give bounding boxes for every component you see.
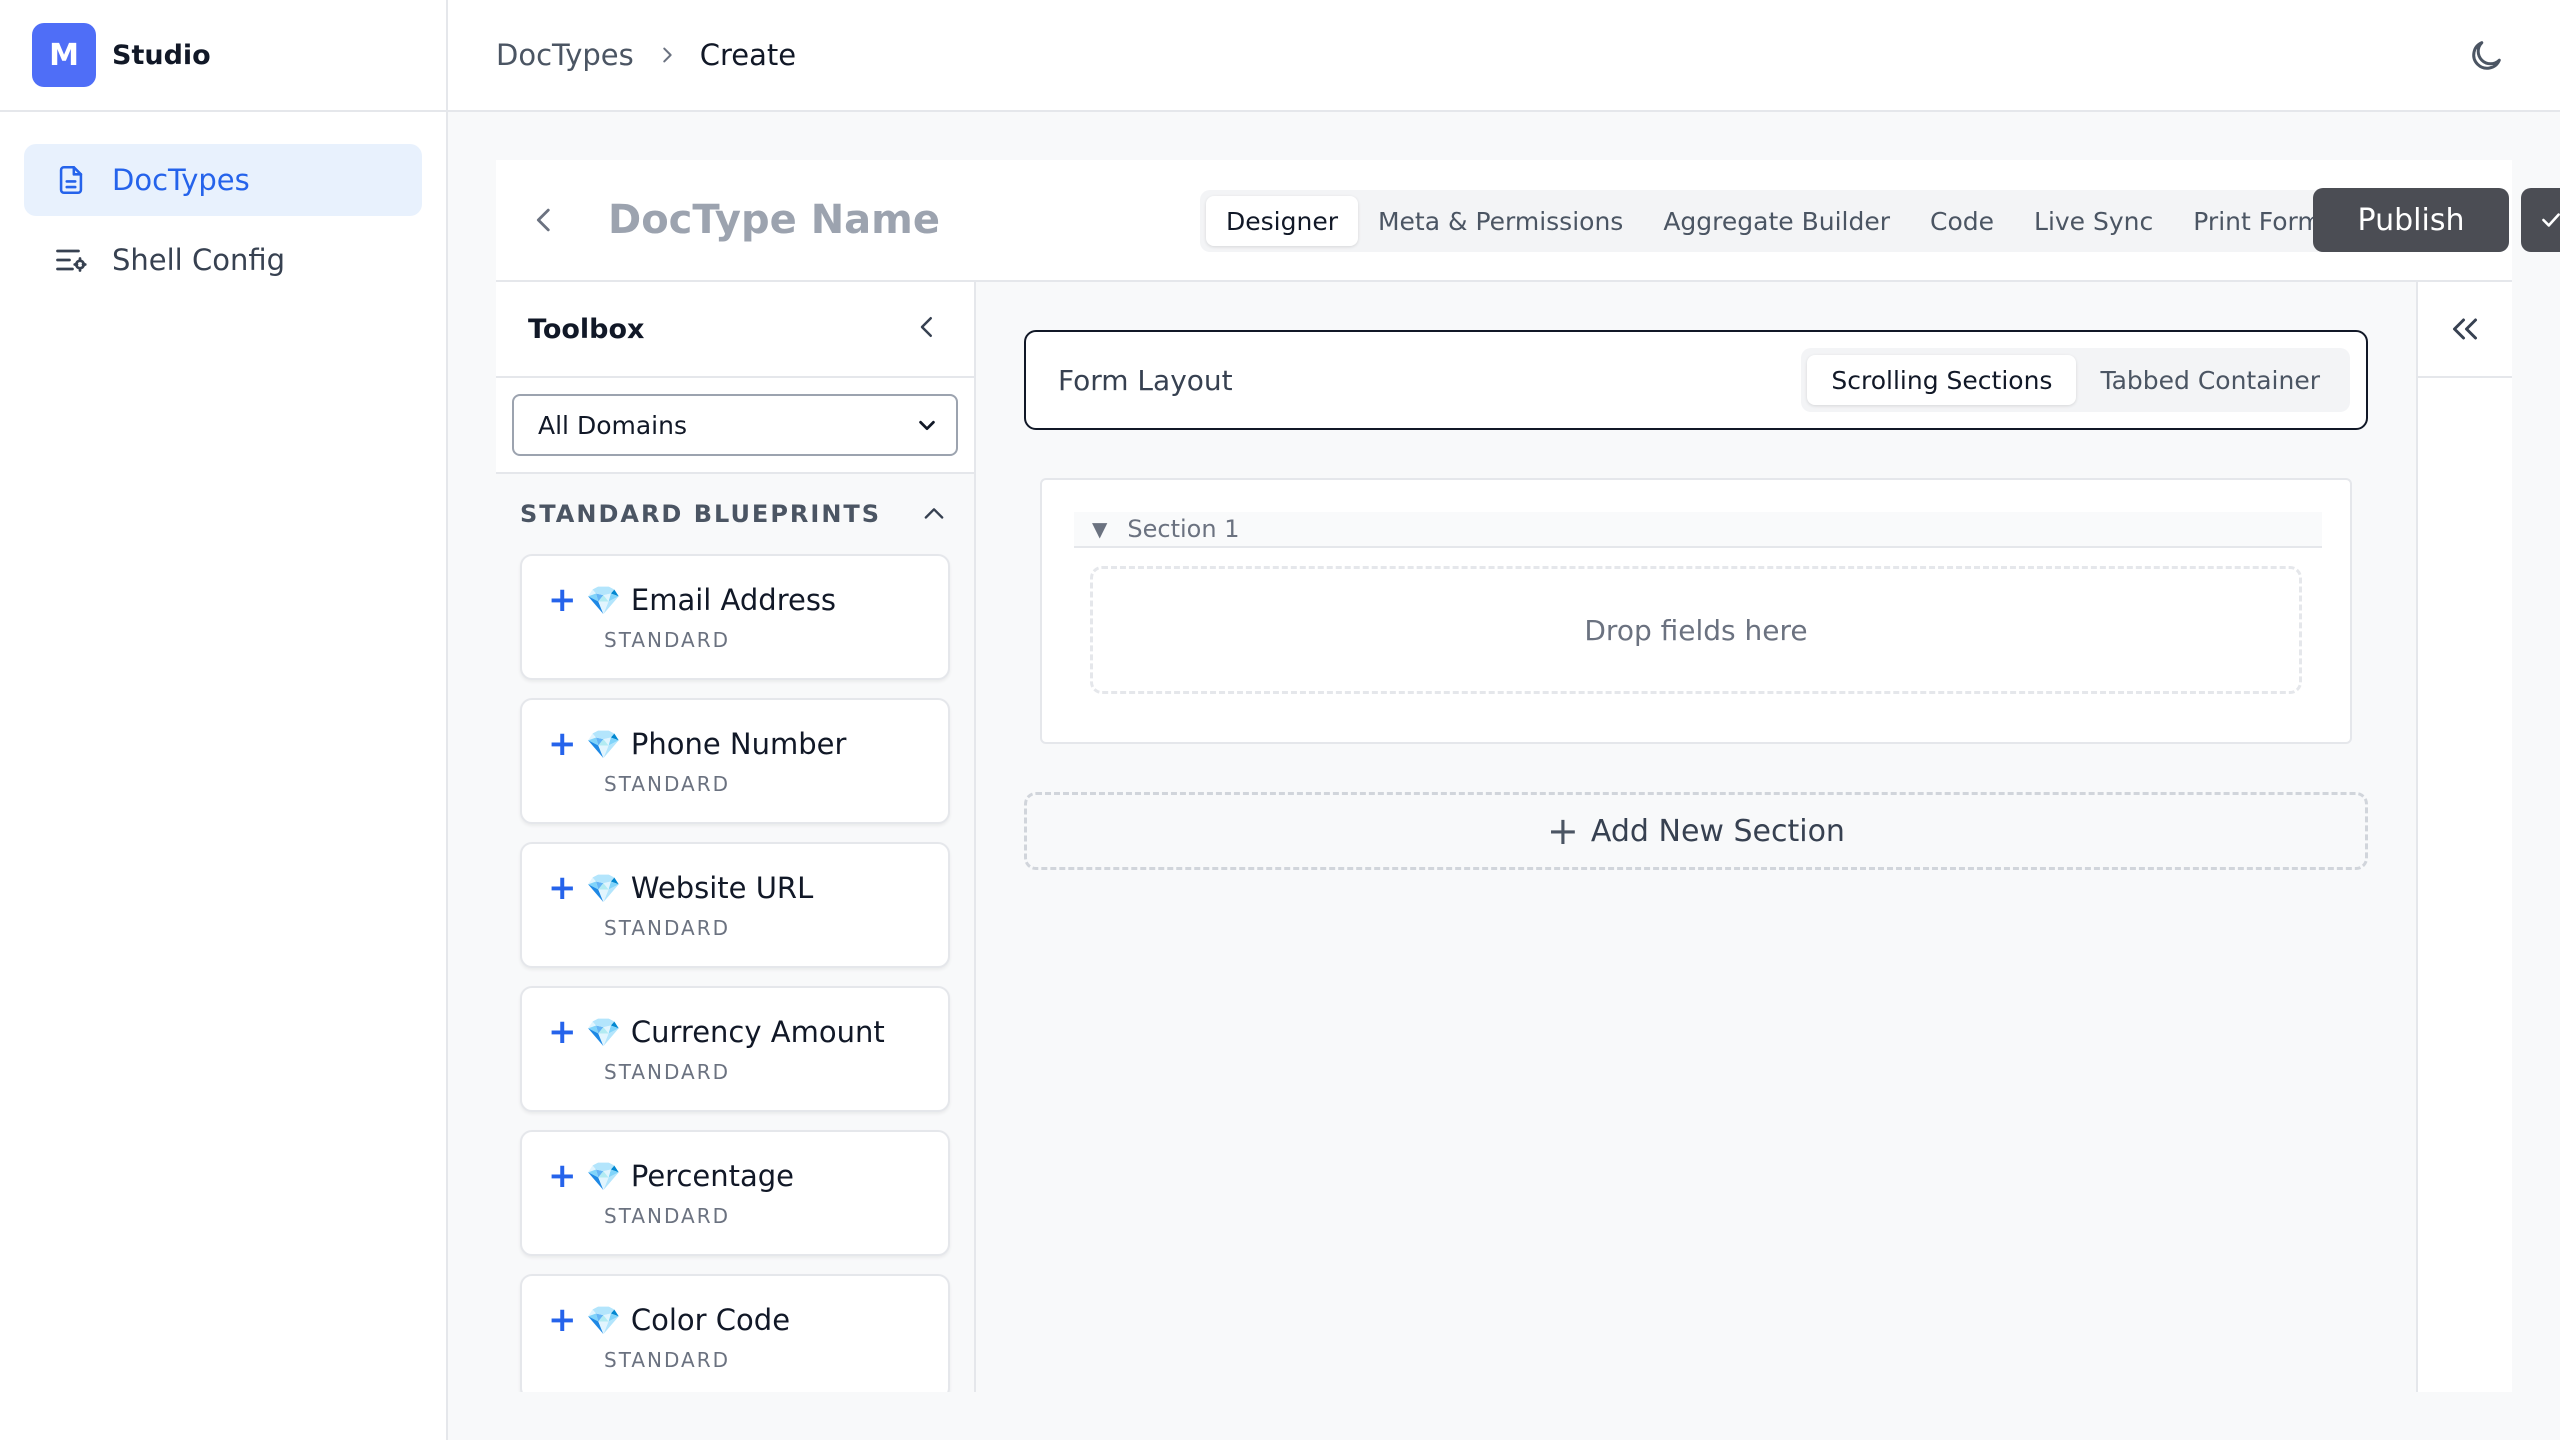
breadcrumb-current: Create — [699, 38, 797, 72]
sidebar-nav: DocTypes Shell Config — [0, 112, 446, 336]
blueprint-label: Phone Number — [630, 727, 847, 761]
add-section-button[interactable]: + Add New Section — [1024, 792, 2368, 870]
chevron-left-icon — [920, 317, 932, 337]
chevron-right-icon — [656, 44, 678, 66]
toolbox-title: Toolbox — [528, 313, 645, 345]
save-button[interactable] — [2521, 188, 2560, 252]
chevrons-left-icon — [2453, 318, 2477, 340]
document-icon — [52, 161, 90, 199]
sidebar-item-doctypes[interactable]: DocTypes — [24, 144, 422, 216]
blueprint-website-url[interactable]: + 💎 Website URL STANDARD — [520, 842, 950, 968]
domain-filter: All Domains — [496, 378, 974, 474]
expand-panel-button[interactable] — [2418, 282, 2512, 378]
publish-button[interactable]: Publish — [2313, 188, 2509, 252]
layout-toggle: Scrolling Sections Tabbed Container — [1801, 348, 2350, 412]
doctype-editor: DocType Name Designer Meta & Permissions… — [496, 160, 2560, 1392]
blueprint-tag: STANDARD — [604, 1060, 731, 1084]
tab-meta-permissions[interactable]: Meta & Permissions — [1358, 196, 1643, 246]
caret-down-icon[interactable]: ▼ — [1092, 517, 1107, 541]
plus-icon[interactable]: + — [548, 1012, 586, 1052]
form-layout-bar: Form Layout Scrolling Sections Tabbed Co… — [1024, 330, 2368, 430]
blueprints-header[interactable]: STANDARD BLUEPRINTS — [496, 474, 974, 554]
blueprint-tag: STANDARD — [604, 916, 731, 940]
section-title[interactable]: Section 1 — [1127, 515, 1239, 543]
blueprint-label: Color Code — [630, 1303, 791, 1337]
form-layout-label: Form Layout — [1058, 363, 1233, 397]
doctype-name-input[interactable]: DocType Name — [608, 197, 940, 243]
brand[interactable]: M Studio — [0, 0, 446, 112]
field-dropzone[interactable]: Drop fields here — [1090, 566, 2302, 694]
domain-select[interactable]: All Domains — [512, 394, 958, 456]
settings-list-icon — [52, 241, 90, 279]
gem-icon: 💎 — [586, 871, 621, 905]
collapse-toolbox-button[interactable] — [912, 312, 942, 346]
sidebar: M Studio DocTypes Shell Config — [0, 0, 448, 1440]
designer-canvas: Form Layout Scrolling Sections Tabbed Co… — [976, 282, 2416, 1392]
tab-aggregate-builder[interactable]: Aggregate Builder — [1643, 196, 1910, 246]
sidebar-item-label: DocTypes — [112, 163, 250, 197]
plus-icon[interactable]: + — [548, 580, 586, 620]
plus-icon[interactable]: + — [548, 724, 586, 764]
back-button[interactable] — [520, 196, 568, 244]
layout-scrolling-sections[interactable]: Scrolling Sections — [1807, 355, 2077, 405]
chevron-left-icon — [536, 208, 550, 232]
chevron-up-icon — [924, 508, 944, 519]
editor-tabs: Designer Meta & Permissions Aggregate Bu… — [1200, 190, 2386, 252]
check-icon — [2542, 213, 2560, 227]
blueprint-label: Currency Amount — [630, 1015, 885, 1049]
properties-panel — [2416, 282, 2512, 1392]
blueprint-tag: STANDARD — [604, 1204, 731, 1228]
add-section-label: Add New Section — [1590, 813, 1845, 849]
breadcrumb-parent[interactable]: DocTypes — [496, 38, 634, 72]
blueprint-email-address[interactable]: + 💎 Email Address STANDARD — [520, 554, 950, 680]
blueprint-list: + 💎 Email Address STANDARD + 💎 Phone Number … — [496, 554, 974, 1392]
layout-tabbed-container[interactable]: Tabbed Container — [2076, 355, 2344, 405]
blueprint-color-code[interactable]: + 💎 Color Code STANDARD — [520, 1274, 950, 1392]
blueprint-phone-number[interactable]: + 💎 Phone Number STANDARD — [520, 698, 950, 824]
blueprint-currency-amount[interactable]: + 💎 Currency Amount STANDARD — [520, 986, 950, 1112]
blueprint-tag: STANDARD — [604, 628, 731, 652]
blueprint-tag: STANDARD — [604, 1348, 731, 1372]
domain-select-value: All Domains — [538, 410, 687, 440]
moon-icon[interactable] — [2466, 36, 2506, 76]
editor-header: DocType Name Designer Meta & Permissions… — [496, 160, 2560, 282]
gem-icon: 💎 — [586, 727, 621, 761]
sidebar-item-shell-config[interactable]: Shell Config — [24, 224, 422, 296]
tab-code[interactable]: Code — [1910, 196, 2014, 246]
plus-icon[interactable]: + — [548, 1156, 586, 1196]
blueprint-label: Percentage — [630, 1159, 795, 1193]
toolbox-panel: Toolbox All Domains STANDARD BLUEPRINTS … — [496, 282, 976, 1392]
blueprint-tag: STANDARD — [604, 772, 731, 796]
chevron-down-icon — [919, 420, 935, 431]
plus-icon[interactable]: + — [548, 1300, 586, 1340]
section-header[interactable]: ▼ Section 1 — [1074, 512, 2322, 548]
blueprint-label: Website URL — [630, 871, 814, 905]
gem-icon: 💎 — [586, 1303, 621, 1337]
blueprint-percentage[interactable]: + 💎 Percentage STANDARD — [520, 1130, 950, 1256]
brand-logo: M — [32, 23, 96, 87]
form-section: ▼ Section 1 Drop fields here — [1040, 478, 2352, 744]
sidebar-item-label: Shell Config — [112, 243, 286, 277]
topbar: DocTypes Create — [448, 0, 2560, 112]
gem-icon: 💎 — [586, 1159, 621, 1193]
plus-icon[interactable]: + — [548, 868, 586, 908]
toolbox-header: Toolbox — [496, 282, 974, 378]
blueprint-label: Email Address — [630, 583, 837, 617]
gem-icon: 💎 — [586, 1015, 621, 1049]
gem-icon: 💎 — [586, 583, 621, 617]
plus-icon: + — [1547, 809, 1579, 853]
brand-name: Studio — [112, 39, 211, 71]
blueprints-title: STANDARD BLUEPRINTS — [520, 500, 882, 528]
tab-designer[interactable]: Designer — [1206, 196, 1358, 246]
tab-live-sync[interactable]: Live Sync — [2014, 196, 2173, 246]
